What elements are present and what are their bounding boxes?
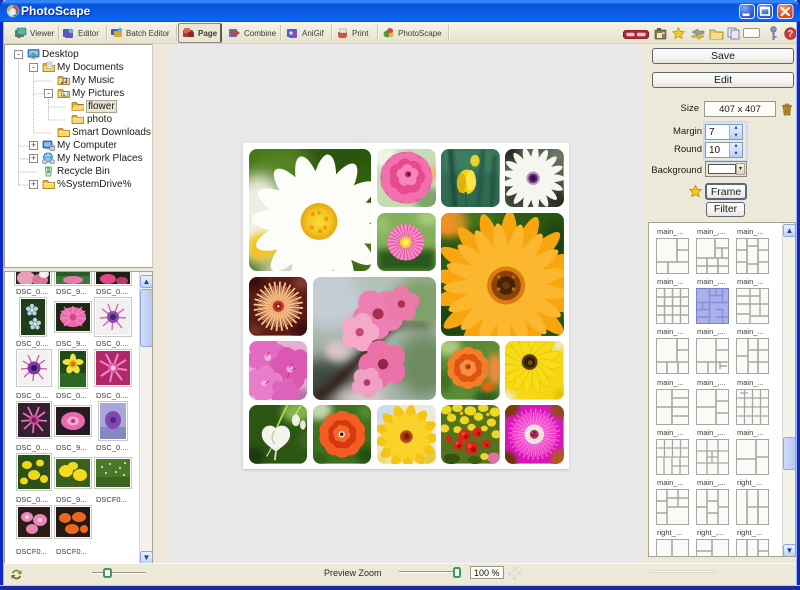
svg-text:?: ?	[788, 29, 794, 39]
